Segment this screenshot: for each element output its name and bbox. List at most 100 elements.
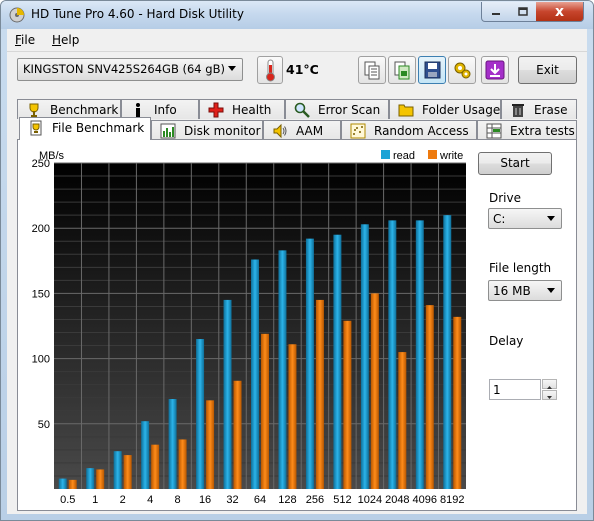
tab-health[interactable]: Health [199,99,285,119]
bar-read [278,250,287,489]
close-button[interactable]: x [536,2,584,22]
bar-read [86,468,95,489]
y-tick-label: 100 [32,354,50,366]
delay-up-button[interactable] [542,379,557,389]
tab-extra-tests[interactable]: Extra tests [477,120,577,140]
file-length-label: File length [489,261,552,275]
close-icon: x [554,3,565,20]
x-tick-label: 16 [199,494,211,506]
maximize-button[interactable] [509,2,537,22]
bar-read [113,451,122,489]
window-title: HD Tune Pro 4.60 - Hard Disk Utility [31,7,244,21]
error-scan-icon [294,102,310,118]
app-icon [9,7,25,23]
tab-aam-label: AAM [296,124,324,138]
bar-write [206,400,215,489]
tab-aam[interactable]: AAM [263,120,341,140]
x-tick-label: 8 [175,494,181,506]
folder-icon [398,104,414,117]
bar-write [261,333,269,489]
x-tick-label: 32 [226,494,238,506]
title-bar[interactable]: HD Tune Pro 4.60 - Hard Disk Utility x [1,1,593,29]
x-tick-label: 0.5 [60,494,75,506]
delay-label: Delay [489,334,524,348]
drive-select-value: C: [493,212,506,226]
y-tick-label: 50 [38,419,50,431]
tab-erase-label: Erase [534,103,568,117]
health-icon [208,102,224,118]
bar-read [360,224,369,489]
download-button[interactable] [481,56,509,84]
bar-write [370,293,379,489]
legend-read-label: read [393,150,415,162]
speaker-icon [273,123,287,139]
y-tick-label: 200 [32,223,50,235]
copy-info-button[interactable] [358,56,386,84]
delay-down-button[interactable] [542,390,557,400]
tab-info[interactable]: Info [121,99,199,119]
legend-read-swatch [381,150,390,159]
bar-read [58,478,67,489]
bar-write [398,352,407,489]
bar-read [415,220,424,489]
y-tick-label: 250 [32,158,50,170]
options-icon [454,62,471,79]
minimize-icon [492,12,500,15]
tab-extra-tests-label: Extra tests [510,124,575,138]
tab-info-label: Info [154,103,177,117]
delay-input[interactable]: 1 [489,379,541,400]
file-length-select[interactable]: 16 MB [488,280,562,301]
bar-read [443,215,452,489]
legend-write-swatch [428,150,437,159]
start-button[interactable]: Start [478,152,552,175]
benchmark-icon [29,103,39,117]
x-tick-label: 64 [254,494,266,506]
bar-read [223,299,232,489]
tab-benchmark-label: Benchmark [50,103,119,117]
random-access-icon [350,123,366,139]
trash-icon [512,104,524,117]
bar-read [168,399,177,489]
menu-help[interactable]: Help [52,33,79,47]
download-icon [485,60,505,80]
temperature-button[interactable] [257,56,283,84]
bar-read [196,339,205,489]
drive-dropdown[interactable]: KINGSTON SNV425S264GB (64 gB) [17,58,243,81]
chevron-down-icon [547,288,555,293]
copy-screenshot-button[interactable] [388,56,416,84]
tab-random-access[interactable]: Random Access [341,120,477,140]
client-area: File Help KINGSTON SNV425S264GB (64 gB) … [7,29,587,514]
options-button[interactable] [448,56,476,84]
tab-file-benchmark[interactable]: File Benchmark [19,117,151,140]
bar-write [68,479,77,489]
tab-error-scan[interactable]: Error Scan [285,99,389,119]
minimize-button[interactable] [481,2,511,22]
bar-read [141,421,150,489]
drive-label: Drive [489,191,521,205]
bar-write [178,439,187,489]
bar-write [425,305,434,489]
copy-screenshot-icon [394,61,410,80]
x-tick-label: 8192 [440,494,464,506]
menu-separator [7,51,587,52]
maximize-icon [517,7,528,16]
exit-button[interactable]: Exit [518,56,577,84]
x-tick-label: 256 [306,494,324,506]
extra-tests-icon [486,123,502,139]
save-button[interactable] [418,56,446,84]
delay-spinner: 1 [489,379,558,400]
tab-erase[interactable]: Erase [501,99,577,119]
menu-file-rest: ile [21,33,36,47]
bar-read [333,234,342,489]
legend-write-label: write [439,150,463,162]
y-tick-labels: 50 100 150 200 250 [32,158,50,431]
tab-disk-monitor[interactable]: Disk monitor [151,120,263,140]
thermometer-icon [266,59,275,82]
temperature-readout: 41°C [286,62,319,77]
tab-folder-usage[interactable]: Folder Usage [389,99,501,119]
menu-file[interactable]: File [15,33,35,47]
drive-select[interactable]: C: [488,208,562,229]
bar-write [315,299,324,489]
x-tick-label: 4096 [413,494,437,506]
tab-benchmark[interactable]: Benchmark [17,99,121,119]
